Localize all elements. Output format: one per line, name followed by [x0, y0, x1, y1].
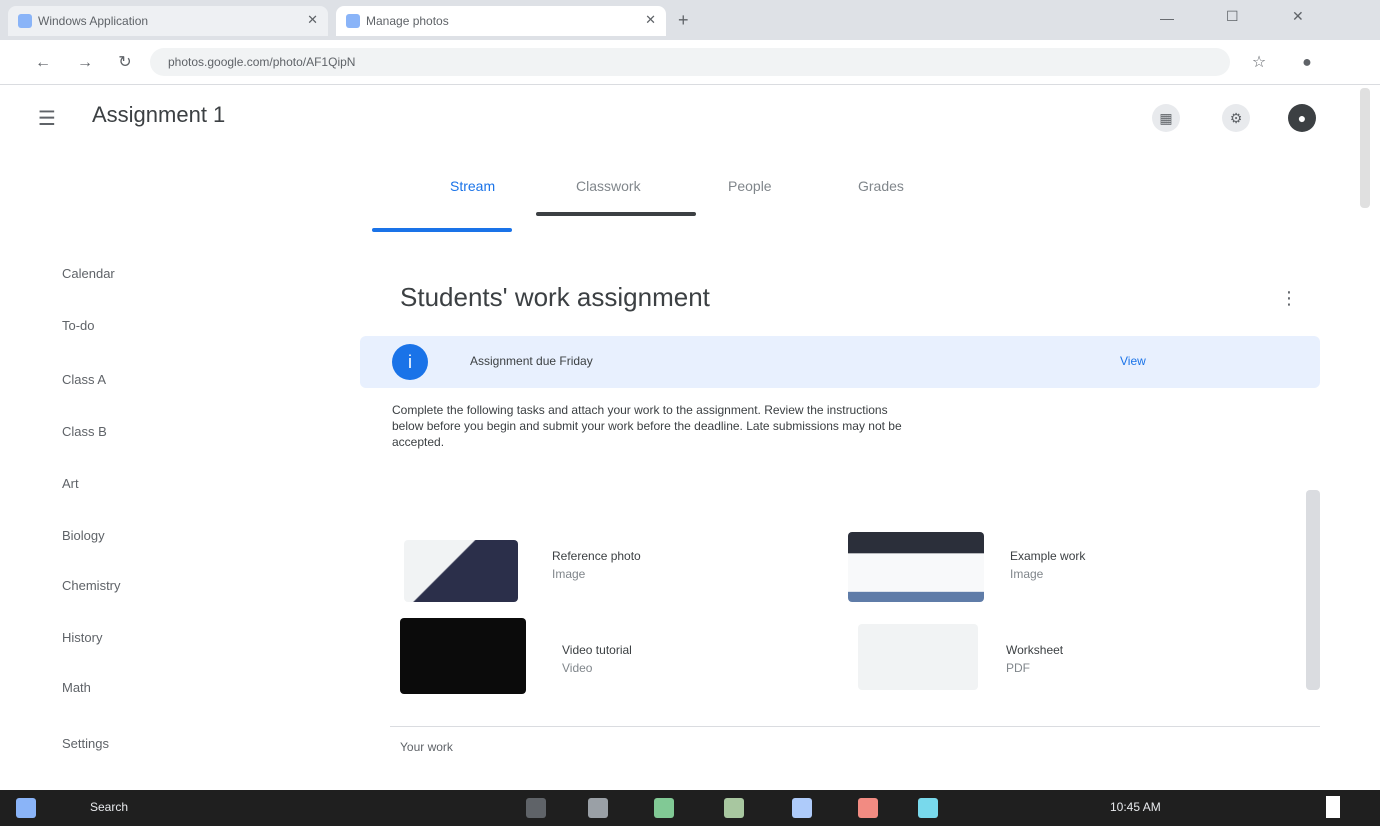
attachment-title[interactable]: Example work — [1010, 548, 1230, 564]
sidebar-item-settings[interactable]: Settings — [62, 736, 232, 758]
sidebar-item-todo[interactable]: To-do — [62, 318, 232, 340]
attachment-title[interactable]: Worksheet — [1006, 642, 1232, 658]
attachment-thumbnail[interactable] — [404, 540, 518, 602]
sidebar-item-label: Settings — [62, 736, 109, 751]
back-icon[interactable]: ← — [30, 50, 56, 76]
reload-icon[interactable]: ↻ — [112, 50, 138, 76]
maximize-icon[interactable]: ☐ — [1226, 8, 1239, 25]
sidebar-item-label: Art — [62, 476, 79, 491]
sidebar-item-art[interactable]: Art — [62, 476, 232, 498]
apps-icon[interactable]: ▦ — [1152, 104, 1180, 132]
close-window-icon[interactable]: ✕ — [1292, 8, 1304, 25]
sidebar-item-biology[interactable]: Biology — [62, 528, 232, 550]
sidebar-item-history[interactable]: History — [62, 630, 232, 652]
attachment-subtitle: Image — [552, 567, 586, 581]
close-icon[interactable]: ✕ — [307, 12, 318, 28]
attachment-thumbnail[interactable] — [848, 532, 984, 602]
sidebar-item-label: Math — [62, 680, 91, 695]
browser-tab-active[interactable]: Manage photos ✕ — [336, 6, 666, 36]
tab-people[interactable]: People — [728, 178, 772, 194]
sidebar-item-label: History — [62, 630, 103, 645]
tab-hover-indicator — [536, 212, 696, 216]
menu-icon[interactable]: ☰ — [38, 106, 56, 131]
start-icon[interactable] — [16, 798, 36, 818]
app-icon[interactable] — [858, 798, 878, 818]
browser-tab-title: Windows Application — [38, 14, 149, 28]
banner-text: Assignment due Friday — [470, 354, 593, 368]
star-icon[interactable]: ☆ — [1246, 50, 1272, 76]
sidebar-item-math[interactable]: Math — [62, 680, 232, 702]
attachment-title[interactable]: Reference photo — [552, 548, 792, 564]
your-work-label: Your work — [400, 740, 453, 754]
content-scrollbar[interactable] — [1306, 490, 1320, 690]
taskbar-search[interactable]: Search — [90, 800, 128, 814]
file-explorer-icon[interactable] — [588, 798, 608, 818]
app-icon[interactable] — [792, 798, 812, 818]
browser-icon[interactable] — [918, 798, 938, 818]
app-title: Assignment 1 — [92, 102, 226, 127]
sidebar-item-label: Chemistry — [62, 578, 121, 593]
account-icon[interactable]: ● — [1288, 104, 1316, 132]
tab-stream[interactable]: Stream — [450, 178, 495, 194]
forward-icon[interactable]: → — [72, 50, 98, 76]
sidebar-item-class-a[interactable]: Class A — [62, 372, 232, 394]
taskbar — [0, 790, 1380, 826]
task-view-icon[interactable] — [526, 798, 546, 818]
app-icon[interactable] — [724, 798, 744, 818]
attachment-thumbnail[interactable] — [858, 624, 978, 690]
favicon-icon — [18, 14, 32, 28]
sidebar-item-label: To-do — [62, 318, 95, 333]
sidebar-item-chemistry[interactable]: Chemistry — [62, 578, 232, 600]
taskbar-clock: 10:45 AM — [1110, 800, 1161, 814]
divider — [390, 726, 1320, 727]
sidebar-item-label: Class A — [62, 372, 107, 387]
attachment-subtitle: Video — [562, 661, 593, 675]
video-thumbnail[interactable] — [400, 618, 526, 694]
tab-grades[interactable]: Grades — [858, 178, 904, 194]
banner-action-button[interactable]: View — [1120, 354, 1146, 368]
close-icon[interactable]: ✕ — [645, 12, 656, 28]
sidebar-item-class-b[interactable]: Class B — [62, 424, 232, 446]
more-options-icon[interactable]: ⋮ — [1280, 288, 1298, 309]
sidebar-item-calendar[interactable]: Calendar — [62, 266, 232, 288]
favicon-icon — [346, 14, 360, 28]
app-icon[interactable] — [654, 798, 674, 818]
browser-tab[interactable]: Windows Application ✕ — [8, 6, 328, 36]
info-icon: i — [392, 344, 428, 380]
profile-icon[interactable]: ● — [1294, 50, 1320, 76]
attachment-subtitle: PDF — [1006, 661, 1030, 675]
notification-icon[interactable] — [1326, 796, 1340, 818]
address-bar[interactable]: photos.google.com/photo/AF1QipN — [150, 48, 1230, 76]
browser-tab-title: Manage photos — [366, 14, 449, 28]
sidebar-item-label: Biology — [62, 528, 105, 543]
tab-classwork[interactable]: Classwork — [576, 178, 641, 194]
address-text: photos.google.com/photo/AF1QipN — [168, 55, 356, 69]
assignment-description: Complete the following tasks and attach … — [392, 403, 902, 449]
settings-icon[interactable]: ⚙ — [1222, 104, 1250, 132]
page-title: Students' work assignment — [400, 282, 710, 312]
minimize-icon[interactable]: — — [1160, 10, 1174, 26]
sidebar-item-label: Class B — [62, 424, 107, 439]
attachment-subtitle: Image — [1010, 567, 1044, 581]
new-tab-icon[interactable]: + — [678, 10, 689, 31]
active-tab-indicator — [372, 228, 512, 232]
sidebar-item-label: Calendar — [62, 266, 115, 281]
page-scrollbar[interactable] — [1360, 88, 1370, 208]
attachment-title[interactable]: Video tutorial — [562, 642, 802, 658]
